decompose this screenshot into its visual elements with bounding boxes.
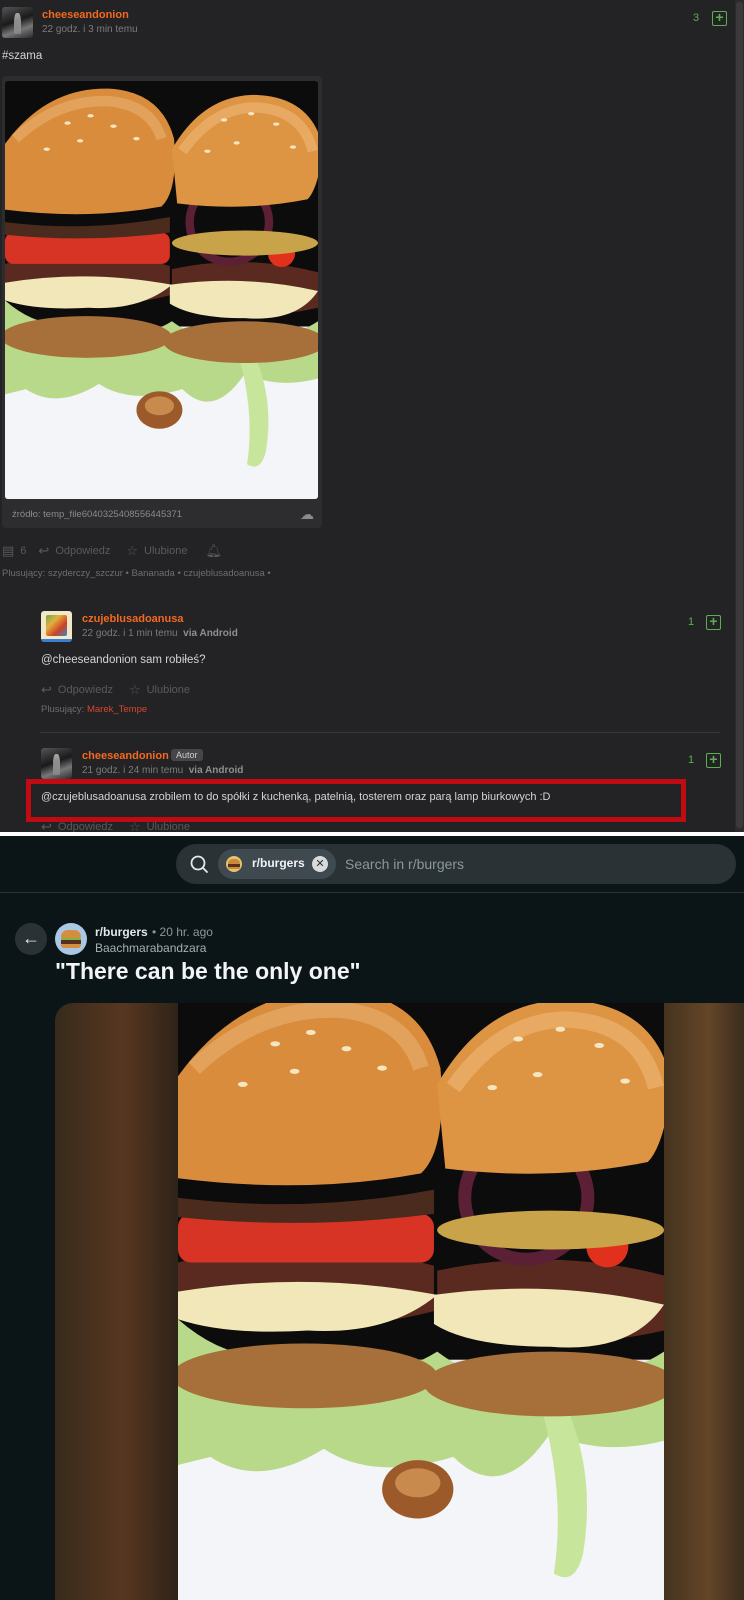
plusujacy-label: Plusujący:: [41, 704, 85, 715]
plusujacy-user[interactable]: Marek_Tempe: [87, 704, 147, 715]
comment1-author[interactable]: czujeblusadoanusa: [82, 613, 183, 625]
favorite-button[interactable]: Ulubione: [144, 545, 187, 557]
comment2-vote-count: 1: [688, 754, 695, 766]
author-badge: Autor: [171, 749, 203, 761]
avatar-bun: [61, 930, 81, 938]
post-vote-count: 3: [693, 12, 700, 24]
wykop-screenshot: cheeseandonion 22 godz. i 3 min temu 3 +…: [0, 0, 744, 832]
post-plusujacy: Plusujący: szyderczy_szczur • Bananada •…: [2, 568, 271, 579]
scrollbar[interactable]: [735, 0, 744, 832]
comment1-text: sam robiłeś?: [137, 654, 206, 666]
comment1-avatar-art: [46, 615, 67, 636]
comment1-favorite-button[interactable]: Ulubione: [147, 684, 190, 696]
star-icon[interactable]: ☆: [129, 682, 141, 698]
reply-button[interactable]: Odpowiedz: [55, 545, 110, 557]
burger-logo-icon: [226, 856, 242, 872]
bell-icon[interactable]: 🔔︎: [205, 543, 222, 559]
post-media[interactable]: [55, 1003, 744, 1600]
remove-filter-close-icon[interactable]: ✕: [312, 856, 328, 872]
comment1-actions: ↩ Odpowiedz ☆ Ulubione: [41, 682, 190, 698]
highlight-box: [26, 779, 686, 822]
comment2-favorite-button[interactable]: Ulubione: [147, 821, 190, 832]
post-burger-photo[interactable]: [5, 81, 318, 499]
comment-divider: [40, 732, 720, 733]
post-author[interactable]: cheeseandonion: [42, 9, 129, 21]
comment2-via: via Android: [188, 765, 244, 776]
comment2-author[interactable]: cheeseandonion: [82, 750, 169, 762]
post-image-card: źródło: temp_file6040325408556445371 ☁: [2, 76, 322, 528]
plusujacy-label: Plusujący:: [2, 568, 46, 579]
logo-bottom-bun: [228, 867, 240, 869]
comment1-time-text: 22 godz. i 1 min temu: [82, 628, 178, 639]
comments-icon[interactable]: ▤: [2, 543, 14, 559]
reddit-screenshot: r/burgers ✕ Search in r/burgers ← r/burg…: [0, 836, 744, 1600]
comment2-time-text: 21 godz. i 24 min temu: [82, 765, 184, 776]
header-divider: [0, 892, 744, 893]
comment1-time: 22 godz. i 1 min temu via Android: [82, 628, 238, 639]
post-tag[interactable]: #szama: [2, 50, 42, 62]
comment1-vote-count: 1: [688, 616, 695, 628]
reply-icon[interactable]: ↩: [38, 543, 49, 559]
subreddit-avatar[interactable]: [55, 923, 87, 955]
comment2-plus-button[interactable]: +: [706, 752, 721, 768]
subreddit-name[interactable]: r/burgers: [95, 925, 148, 939]
comment1-avatar[interactable]: [41, 611, 72, 642]
comment1-plus-button[interactable]: +: [706, 614, 721, 630]
post-title: "There can be the only one": [55, 958, 361, 984]
reply-icon[interactable]: ↩: [41, 682, 52, 698]
comment2-avatar[interactable]: [41, 748, 72, 779]
post-time: 22 godz. i 3 min temu: [42, 24, 138, 35]
comments-count[interactable]: 6: [20, 545, 26, 557]
star-icon[interactable]: ☆: [126, 543, 138, 559]
back-arrow-button[interactable]: ←: [15, 923, 47, 955]
comment1-mention[interactable]: @cheeseandonion: [41, 654, 137, 666]
post-time: • 20 hr. ago: [152, 925, 213, 939]
search-icon[interactable]: [188, 853, 210, 875]
comment2-time: 21 godz. i 24 min temu via Android: [82, 765, 243, 776]
chip-label: r/burgers: [252, 856, 305, 870]
plusujacy-users[interactable]: szyderczy_szczur • Bananada • czujeblusa…: [48, 568, 271, 579]
media-blur-right: [663, 1003, 744, 1600]
post-author[interactable]: Baachmarabandzara: [95, 941, 206, 955]
download-cloud-icon[interactable]: ☁: [300, 506, 314, 523]
comment1-via: via Android: [183, 628, 238, 639]
media-blur-left: [55, 1003, 179, 1600]
comment1-reply-button[interactable]: Odpowiedz: [58, 684, 113, 696]
comment1-plusujacy: Plusujący: Marek_Tempe: [41, 704, 147, 715]
burger-photo[interactable]: [178, 1003, 664, 1600]
post-actions: ▤ 6 ↩ Odpowiedz ☆ Ulubione 🔔︎: [2, 543, 222, 559]
search-bar[interactable]: r/burgers ✕ Search in r/burgers: [176, 844, 736, 884]
subreddit-filter-chip[interactable]: r/burgers ✕: [218, 849, 336, 879]
comment1-body: @cheeseandonion sam robiłeś?: [41, 654, 205, 666]
comment2-reply-button[interactable]: Odpowiedz: [58, 821, 113, 832]
image-source[interactable]: źródło: temp_file6040325408556445371: [12, 509, 182, 520]
scrollbar-thumb[interactable]: [736, 2, 743, 828]
author-avatar[interactable]: [2, 7, 33, 38]
search-input[interactable]: Search in r/burgers: [345, 856, 464, 872]
post-plus-button[interactable]: +: [712, 10, 727, 26]
avatar-bottom-bun: [61, 944, 81, 948]
